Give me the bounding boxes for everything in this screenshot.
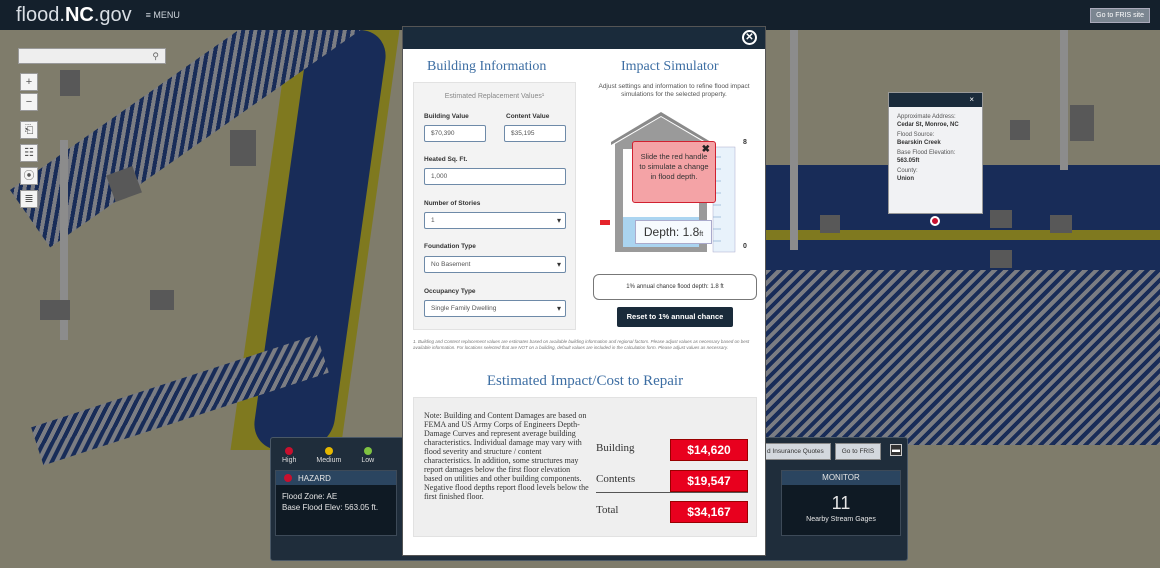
low-dot-icon xyxy=(363,447,372,455)
depth-readout: Depth: 1.8ft xyxy=(635,220,712,244)
building-value-input[interactable]: $70,390 xyxy=(424,125,486,142)
hazard-title: HAZARD xyxy=(298,473,331,483)
print-icon[interactable]: ⎗ xyxy=(20,121,38,139)
footnote: 1. Building and Content replacement valu… xyxy=(413,339,750,350)
risk-legend: High Medium Low xyxy=(282,447,374,464)
building-info-title: Building Information xyxy=(427,59,547,74)
zoom-out-button[interactable]: − xyxy=(20,93,38,111)
building-value-label: Building Value xyxy=(424,113,469,120)
list-icon[interactable]: ≣ xyxy=(20,190,38,208)
popup-close-icon[interactable]: × xyxy=(969,95,974,104)
address-value: Cedar St, Monroe, NC xyxy=(897,122,959,128)
heated-sqft-label: Heated Sq. Ft. xyxy=(424,156,468,163)
depth-value: 1.8 xyxy=(682,225,700,239)
go-to-fris-button[interactable]: Go to FRIS site xyxy=(1090,8,1150,23)
building-info-form: Estimated Replacement Values¹ Building V… xyxy=(413,82,576,330)
dashboard-collapse-icon[interactable]: ▬ xyxy=(890,444,902,456)
contents-cost-label: Contents xyxy=(596,473,636,485)
scale-min-label: 0 xyxy=(743,243,747,250)
locate-icon[interactable]: ⦿ xyxy=(20,167,38,185)
monitor-card[interactable]: MONITOR 11 Nearby Stream Gages xyxy=(781,470,901,536)
contents-cost-value: $19,547 xyxy=(670,470,748,492)
legend-item-high: High xyxy=(282,447,296,464)
content-value-input[interactable]: $35,195 xyxy=(504,125,566,142)
stream-gage-count: 11 xyxy=(831,493,851,513)
occupancy-select[interactable]: Single Family Dwelling xyxy=(424,300,566,317)
go-to-fris-dashboard-button[interactable]: Go to FRIS xyxy=(834,443,882,460)
annual-chance-depth: 1% annual chance flood depth: 1.8 ft xyxy=(593,274,757,300)
estimated-impact-title: Estimated Impact/Cost to Repair xyxy=(486,373,684,389)
menu-button[interactable]: ≡ MENU xyxy=(146,10,180,20)
bfe-label: Base Flood Elevation: xyxy=(897,150,956,156)
search-icon[interactable]: ⚲ xyxy=(152,51,159,61)
legend-item-medium: Medium xyxy=(316,447,341,464)
content-value-label: Content Value xyxy=(506,113,550,120)
county-value: Union xyxy=(897,176,914,182)
simulator-description: Adjust settings and information to refin… xyxy=(598,83,750,98)
monitor-title: MONITOR xyxy=(782,471,900,485)
total-cost-label: Total xyxy=(596,504,619,516)
impact-simulator-title: Impact Simulator xyxy=(621,59,719,74)
modal-header: ✕ xyxy=(403,27,765,49)
zoom-in-button[interactable]: + xyxy=(20,73,38,91)
bfe-value: 563.05ft xyxy=(897,158,920,164)
hazard-card[interactable]: HAZARD Flood Zone: AE Base Flood Elev: 5… xyxy=(275,470,397,536)
total-divider xyxy=(596,492,748,493)
impact-simulator-modal: ✕ Building Information Impact Simulator … xyxy=(402,26,766,556)
high-dot-icon xyxy=(285,447,294,455)
county-label: County: xyxy=(897,168,918,174)
flood-zone-value: AE xyxy=(326,492,338,501)
damage-note: Note: Building and Content Damages are b… xyxy=(424,411,589,501)
reset-button[interactable]: Reset to 1% annual chance xyxy=(617,307,733,327)
stories-label: Number of Stories xyxy=(424,200,481,207)
building-cost-label: Building xyxy=(596,442,635,454)
total-cost-value: $34,167 xyxy=(670,501,748,523)
foundation-select[interactable]: No Basement xyxy=(424,256,566,273)
site-logo[interactable]: flood.NC.gov xyxy=(16,4,132,27)
building-cost-value: $14,620 xyxy=(670,439,748,461)
hazard-level-icon xyxy=(284,474,292,482)
scale-max-label: 8 xyxy=(743,139,747,146)
tooltip-close-icon[interactable]: ✖ xyxy=(702,145,710,155)
location-marker-icon[interactable] xyxy=(930,216,940,226)
flood-source-label: Flood Source: xyxy=(897,132,935,138)
tooltip-text: Slide the red handle to simulate a chang… xyxy=(639,152,709,181)
foundation-label: Foundation Type xyxy=(424,243,476,250)
insurance-quotes-button[interactable]: d Insurance Quotes xyxy=(760,443,831,460)
estimated-values-label: Estimated Replacement Values¹ xyxy=(444,93,545,100)
legend-item-low: Low xyxy=(361,447,374,464)
slider-tooltip: ✖ Slide the red handle to simulate a cha… xyxy=(632,141,716,203)
base-flood-elev-value: 563.05 ft. xyxy=(344,503,379,512)
property-popup: × Approximate Address: Cedar St, Monroe,… xyxy=(888,92,983,214)
medium-dot-icon xyxy=(324,447,333,455)
stories-select[interactable]: 1 xyxy=(424,212,566,229)
flood-source-value: Bearskin Creek xyxy=(897,140,941,146)
close-icon[interactable]: ✕ xyxy=(742,30,757,45)
address-label: Approximate Address: xyxy=(897,114,956,120)
map-search-input[interactable]: ⚲ xyxy=(18,48,166,64)
layers-icon[interactable]: ☷ xyxy=(20,144,38,162)
depth-scale xyxy=(712,146,736,253)
occupancy-label: Occupancy Type xyxy=(424,288,476,295)
stream-gage-label: Nearby Stream Gages xyxy=(806,516,876,523)
base-flood-elev-label: Base Flood Elev: xyxy=(282,503,343,512)
cost-panel: Note: Building and Content Damages are b… xyxy=(413,397,757,537)
flood-zone-label: Flood Zone: xyxy=(282,492,325,501)
depth-slider-handle[interactable] xyxy=(600,220,610,225)
heated-sqft-input[interactable]: 1,000 xyxy=(424,168,566,185)
dashboard-buttons: d Insurance Quotes Go to FRIS xyxy=(760,443,882,460)
